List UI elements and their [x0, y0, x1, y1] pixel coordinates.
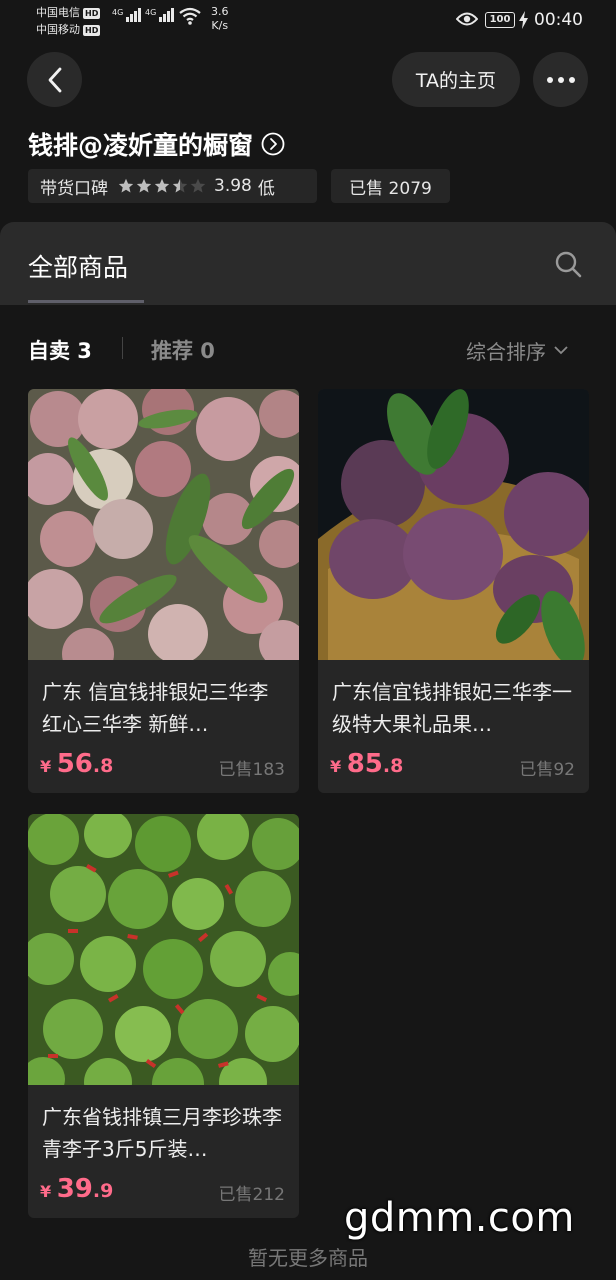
clock: 00:40: [534, 10, 583, 30]
star-icon: [154, 178, 170, 193]
signal-group: 4G 4G: [112, 8, 174, 22]
network-type: 4G: [112, 8, 124, 17]
product-name: 广东 信宜钱排银妃三华李 红心三华李 新鲜…: [42, 680, 269, 736]
signal-icon: 4G: [145, 8, 174, 22]
hd-badge: HD: [83, 24, 101, 36]
product-card[interactable]: 广东 信宜钱排银妃三华李 红心三华李 新鲜… ¥ 56.8 已售183: [28, 389, 299, 793]
product-sold-count: 已售183: [218, 760, 285, 780]
watermark: gdmm.com: [344, 1195, 575, 1241]
tab-all-products[interactable]: 全部商品: [28, 248, 128, 284]
ta-homepage-button[interactable]: TA的主页: [392, 52, 520, 107]
more-options-button[interactable]: [533, 52, 588, 107]
sort-label: 综合排序: [466, 340, 546, 364]
star-icon: [172, 178, 188, 193]
product-card[interactable]: 广东信宜钱排银妃三华李一级特大果礼品果… ¥ 85.8 已售92: [318, 389, 589, 793]
reputation-label: 带货口碑: [40, 178, 108, 199]
product-price: ¥ 39.9: [40, 1174, 113, 1204]
reputation-score: 3.98: [214, 176, 252, 196]
network-speed: 3.6 K/s: [211, 5, 229, 33]
wifi-icon: [179, 7, 201, 25]
battery-icon: 100: [485, 12, 515, 28]
divider: [122, 337, 123, 359]
chevron-left-icon: [48, 67, 61, 92]
price-integer: 56: [56, 749, 93, 779]
signal-icon: 4G: [112, 8, 141, 22]
reputation-chip[interactable]: 带货口碑 3.98 低: [28, 169, 317, 203]
sort-dropdown[interactable]: 综合排序: [466, 336, 568, 365]
reputation-level: 低: [257, 178, 275, 199]
product-image: [318, 389, 589, 660]
dot-icon: [546, 76, 553, 83]
dot-icon: [568, 76, 575, 83]
currency-symbol: ¥: [330, 757, 342, 776]
speed-value: 3.6: [211, 5, 229, 18]
search-icon[interactable]: [554, 250, 582, 278]
product-card[interactable]: 广东省钱排镇三月李珍珠李青李子3斤5斤装… ¥ 39.9 已售212: [28, 814, 299, 1218]
price-integer: 39: [56, 1174, 93, 1204]
star-icon: [136, 178, 152, 193]
no-more-products-text: 暂无更多商品: [248, 1246, 368, 1270]
price-decimal: .8: [382, 755, 404, 777]
product-name: 广东信宜钱排银妃三华李一级特大果礼品果…: [332, 680, 572, 736]
chevron-right-circle-icon: [261, 132, 285, 156]
price-decimal: .8: [92, 755, 114, 777]
charging-icon: [519, 11, 528, 29]
status-bar: 中国电信 HD 中国移动 HD 4G 4G 3.6 K/s 100 00:40: [0, 0, 616, 44]
shop-title-link[interactable]: 钱排@凌妡童的橱窗: [28, 126, 285, 162]
price-decimal: .9: [92, 1180, 114, 1202]
price-integer: 85: [346, 749, 383, 779]
battery-level: 100: [489, 14, 511, 25]
network-type: 4G: [145, 8, 157, 17]
chevron-down-icon: [554, 346, 568, 355]
carrier-1: 中国电信: [36, 6, 80, 19]
star-rating: [118, 178, 206, 194]
active-tab-indicator: [28, 300, 144, 303]
filter-bar: 自卖 3 推荐 0 综合排序: [0, 330, 616, 370]
product-image: [28, 814, 299, 1085]
currency-symbol: ¥: [40, 757, 52, 776]
shop-title: 钱排@凌妡童的橱窗: [28, 131, 254, 160]
speed-unit: K/s: [211, 19, 229, 32]
eye-icon: [456, 12, 478, 26]
hd-badge: HD: [83, 7, 101, 19]
product-name: 广东省钱排镇三月李珍珠李青李子3斤5斤装…: [42, 1105, 282, 1161]
total-sold-chip: 已售 2079: [331, 169, 450, 203]
currency-symbol: ¥: [40, 1182, 52, 1201]
product-sold-count: 已售92: [519, 760, 575, 780]
back-button[interactable]: [27, 52, 82, 107]
carrier-2: 中国移动: [36, 23, 80, 36]
product-price: ¥ 85.8: [330, 749, 403, 779]
carrier-info: 中国电信 HD 中国移动 HD: [36, 4, 101, 38]
filter-recommended[interactable]: 推荐 0: [151, 335, 215, 365]
product-panel-header: 全部商品: [0, 222, 616, 305]
product-sold-count: 已售212: [218, 1185, 285, 1205]
product-image: [28, 389, 299, 660]
star-icon: [118, 178, 134, 193]
star-icon: [190, 178, 206, 193]
product-price: ¥ 56.8: [40, 749, 113, 779]
filter-self-sold[interactable]: 自卖 3: [28, 335, 92, 365]
dot-icon: [557, 76, 564, 83]
